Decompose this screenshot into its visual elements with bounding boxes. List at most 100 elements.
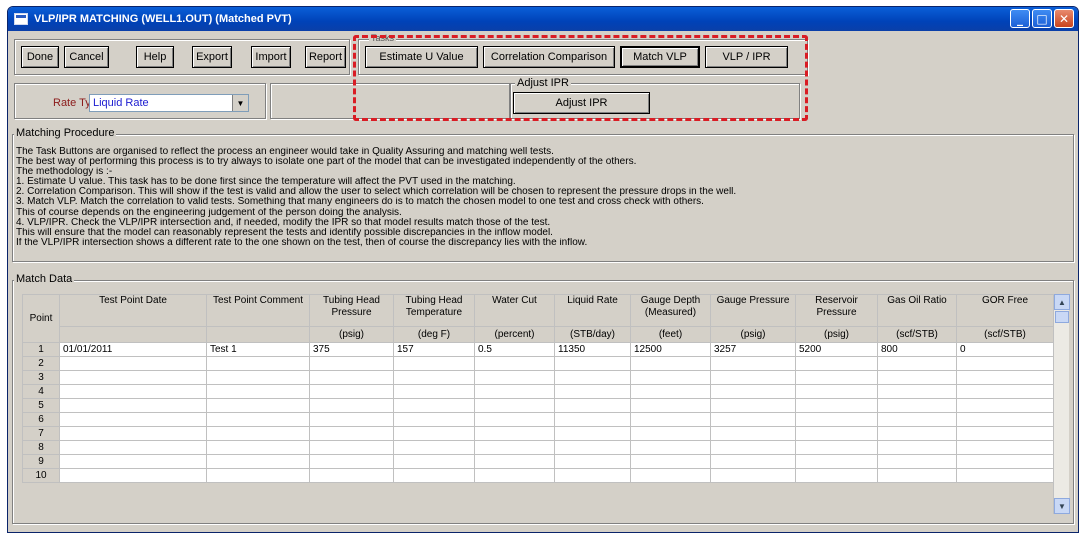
close-button[interactable]: ✕ <box>1054 9 1074 28</box>
table-cell[interactable] <box>474 398 555 413</box>
done-button[interactable]: Done <box>21 46 59 68</box>
table-cell[interactable] <box>877 384 957 399</box>
table-cell[interactable] <box>554 426 631 441</box>
table-cell[interactable] <box>474 356 555 371</box>
table-cell[interactable] <box>474 454 555 469</box>
cancel-button[interactable]: Cancel <box>64 46 109 68</box>
table-cell[interactable] <box>956 426 1054 441</box>
row-number[interactable]: 9 <box>22 454 60 469</box>
table-cell[interactable] <box>956 468 1054 483</box>
table-cell[interactable] <box>393 356 475 371</box>
table-cell[interactable] <box>393 440 475 455</box>
table-cell[interactable] <box>956 440 1054 455</box>
table-cell[interactable] <box>309 454 394 469</box>
table-cell[interactable] <box>630 384 711 399</box>
table-cell[interactable] <box>309 356 394 371</box>
table-cell[interactable] <box>795 384 878 399</box>
table-cell[interactable] <box>554 370 631 385</box>
table-cell[interactable] <box>206 468 310 483</box>
table-cell[interactable] <box>474 426 555 441</box>
row-number[interactable]: 6 <box>22 412 60 427</box>
table-cell[interactable] <box>630 370 711 385</box>
column-header[interactable]: Reservoir Pressure <box>795 294 878 327</box>
column-header[interactable]: Tubing Head Pressure <box>309 294 394 327</box>
table-cell[interactable] <box>877 356 957 371</box>
row-number[interactable]: 3 <box>22 370 60 385</box>
scroll-thumb[interactable] <box>1055 311 1069 323</box>
scroll-down-icon[interactable]: ▼ <box>1054 498 1070 514</box>
table-cell[interactable] <box>59 384 207 399</box>
table-cell[interactable] <box>630 468 711 483</box>
table-cell[interactable] <box>877 440 957 455</box>
table-cell[interactable] <box>393 468 475 483</box>
table-cell[interactable] <box>554 454 631 469</box>
table-cell[interactable] <box>59 398 207 413</box>
table-cell[interactable] <box>795 370 878 385</box>
row-number[interactable]: 4 <box>22 384 60 399</box>
row-number[interactable]: 8 <box>22 440 60 455</box>
table-cell[interactable] <box>795 468 878 483</box>
table-cell[interactable] <box>710 356 796 371</box>
table-cell[interactable] <box>309 370 394 385</box>
table-cell[interactable] <box>206 356 310 371</box>
table-cell[interactable] <box>554 468 631 483</box>
table-cell[interactable] <box>956 398 1054 413</box>
row-number[interactable]: 1 <box>22 342 60 357</box>
table-cell[interactable] <box>554 384 631 399</box>
table-cell[interactable] <box>59 454 207 469</box>
table-cell[interactable] <box>309 468 394 483</box>
table-cell[interactable] <box>877 398 957 413</box>
table-cell[interactable] <box>630 454 711 469</box>
table-cell[interactable] <box>59 468 207 483</box>
export-button[interactable]: Export <box>192 46 232 68</box>
table-cell[interactable] <box>554 412 631 427</box>
table-cell[interactable] <box>554 440 631 455</box>
table-cell[interactable] <box>474 468 555 483</box>
column-header[interactable]: Test Point Comment <box>206 294 310 327</box>
table-cell[interactable]: 12500 <box>630 342 711 357</box>
table-cell[interactable]: Test 1 <box>206 342 310 357</box>
table-cell[interactable] <box>710 370 796 385</box>
table-cell[interactable] <box>59 426 207 441</box>
table-cell[interactable]: 11350 <box>554 342 631 357</box>
table-cell[interactable] <box>59 370 207 385</box>
table-cell[interactable] <box>393 426 475 441</box>
table-cell[interactable]: 800 <box>877 342 957 357</box>
table-cell[interactable] <box>393 398 475 413</box>
table-cell[interactable]: 5200 <box>795 342 878 357</box>
column-header[interactable]: Gauge Depth (Measured) <box>630 294 711 327</box>
table-cell[interactable]: 375 <box>309 342 394 357</box>
table-cell[interactable] <box>877 370 957 385</box>
table-cell[interactable] <box>795 440 878 455</box>
table-cell[interactable] <box>630 426 711 441</box>
table-cell[interactable]: 01/01/2011 <box>59 342 207 357</box>
table-cell[interactable] <box>956 412 1054 427</box>
rate-type-select[interactable]: Liquid Rate ▼ <box>89 94 249 112</box>
table-cell[interactable] <box>206 384 310 399</box>
minimize-button[interactable]: _ <box>1010 9 1030 28</box>
table-cell[interactable] <box>710 468 796 483</box>
table-cell[interactable] <box>877 454 957 469</box>
table-cell[interactable] <box>206 398 310 413</box>
table-cell[interactable] <box>630 398 711 413</box>
table-cell[interactable] <box>795 356 878 371</box>
table-cell[interactable] <box>710 440 796 455</box>
help-button[interactable]: Help <box>136 46 174 68</box>
table-cell[interactable] <box>474 370 555 385</box>
table-cell[interactable] <box>956 384 1054 399</box>
table-cell[interactable] <box>393 412 475 427</box>
table-cell[interactable] <box>956 356 1054 371</box>
table-cell[interactable] <box>630 356 711 371</box>
table-cell[interactable] <box>393 454 475 469</box>
table-cell[interactable] <box>630 412 711 427</box>
table-cell[interactable] <box>554 398 631 413</box>
table-cell[interactable] <box>956 454 1054 469</box>
report-button[interactable]: Report <box>305 46 346 68</box>
column-header[interactable]: GOR Free <box>956 294 1054 327</box>
table-cell[interactable] <box>59 440 207 455</box>
column-header[interactable]: Gauge Pressure <box>710 294 796 327</box>
point-header[interactable]: Point <box>22 294 60 343</box>
vertical-scrollbar[interactable]: ▲ ▼ <box>1053 294 1070 514</box>
table-cell[interactable] <box>309 384 394 399</box>
column-header[interactable]: Liquid Rate <box>554 294 631 327</box>
